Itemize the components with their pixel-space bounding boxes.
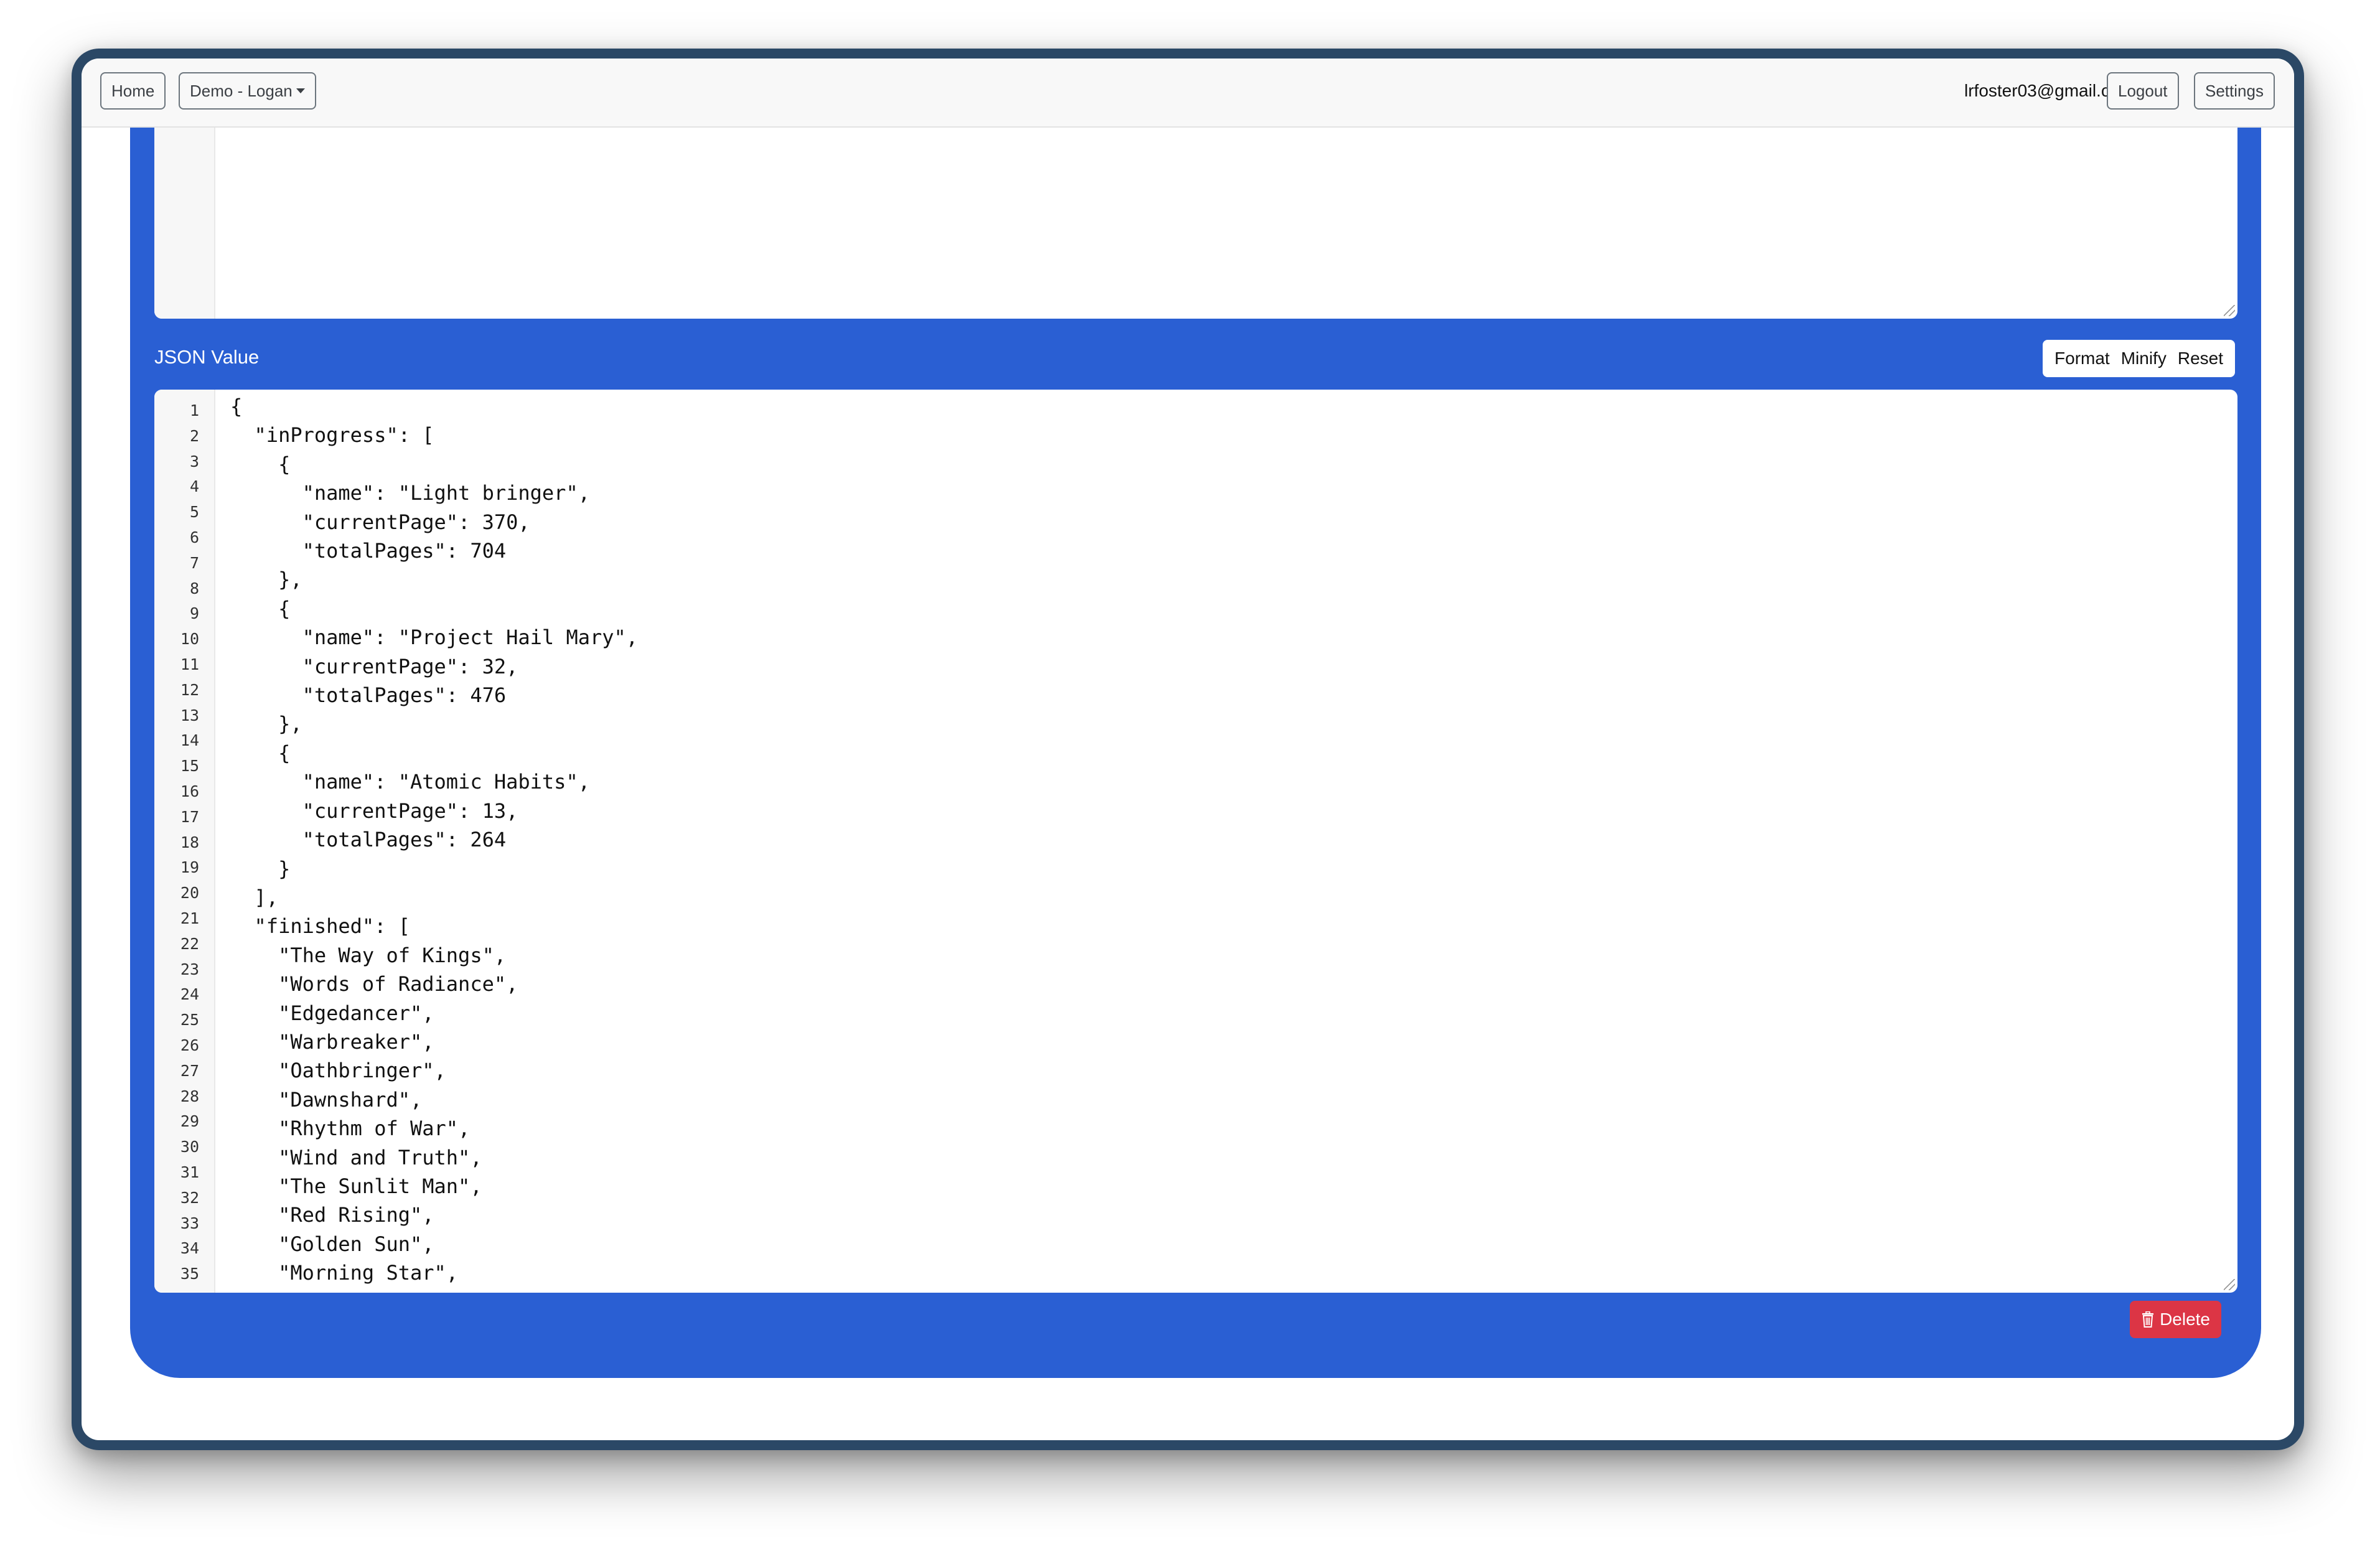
format-button[interactable]: Format (2049, 340, 2115, 377)
reset-button[interactable]: Reset (2172, 340, 2229, 377)
json-editor[interactable]: 1 2 3 4 5 6 7 8 9 10 11 12 13 14 15 16 1… (154, 390, 2237, 1293)
resize-handle-icon[interactable] (2224, 305, 2235, 316)
line-numbers: 1 2 3 4 5 6 7 8 9 10 11 12 13 14 15 16 1… (180, 401, 199, 1283)
app-screen: Home Demo - Logan lrfoster03@gmail.com L… (82, 59, 2294, 1440)
content-panel: JSON Value Format Minify Reset 1 2 3 4 5… (130, 96, 2261, 1378)
chevron-down-icon (296, 88, 305, 94)
top-navbar: Home Demo - Logan lrfoster03@gmail.com L… (82, 59, 2294, 128)
upper-editor-gutter (154, 96, 215, 319)
json-value-label: JSON Value (154, 346, 260, 368)
resize-handle-icon[interactable] (2224, 1279, 2235, 1290)
delete-button[interactable]: Delete (2130, 1301, 2221, 1338)
json-editor-gutter: 1 2 3 4 5 6 7 8 9 10 11 12 13 14 15 16 1… (154, 390, 215, 1293)
home-button[interactable]: Home (100, 72, 166, 110)
logout-button[interactable]: Logout (2107, 72, 2179, 110)
demo-dropdown-label: Demo - Logan (190, 82, 293, 100)
demo-dropdown-button[interactable]: Demo - Logan (179, 72, 316, 110)
delete-label: Delete (2160, 1309, 2210, 1329)
settings-button[interactable]: Settings (2194, 72, 2275, 110)
upper-editor[interactable] (154, 96, 2237, 319)
minify-button[interactable]: Minify (2115, 340, 2172, 377)
json-toolbar: Format Minify Reset (2043, 340, 2235, 377)
device-frame: Home Demo - Logan lrfoster03@gmail.com L… (72, 49, 2304, 1450)
trash-icon (2142, 1311, 2154, 1328)
json-code[interactable]: { "inProgress": [ { "name": "Light bring… (230, 392, 638, 1288)
